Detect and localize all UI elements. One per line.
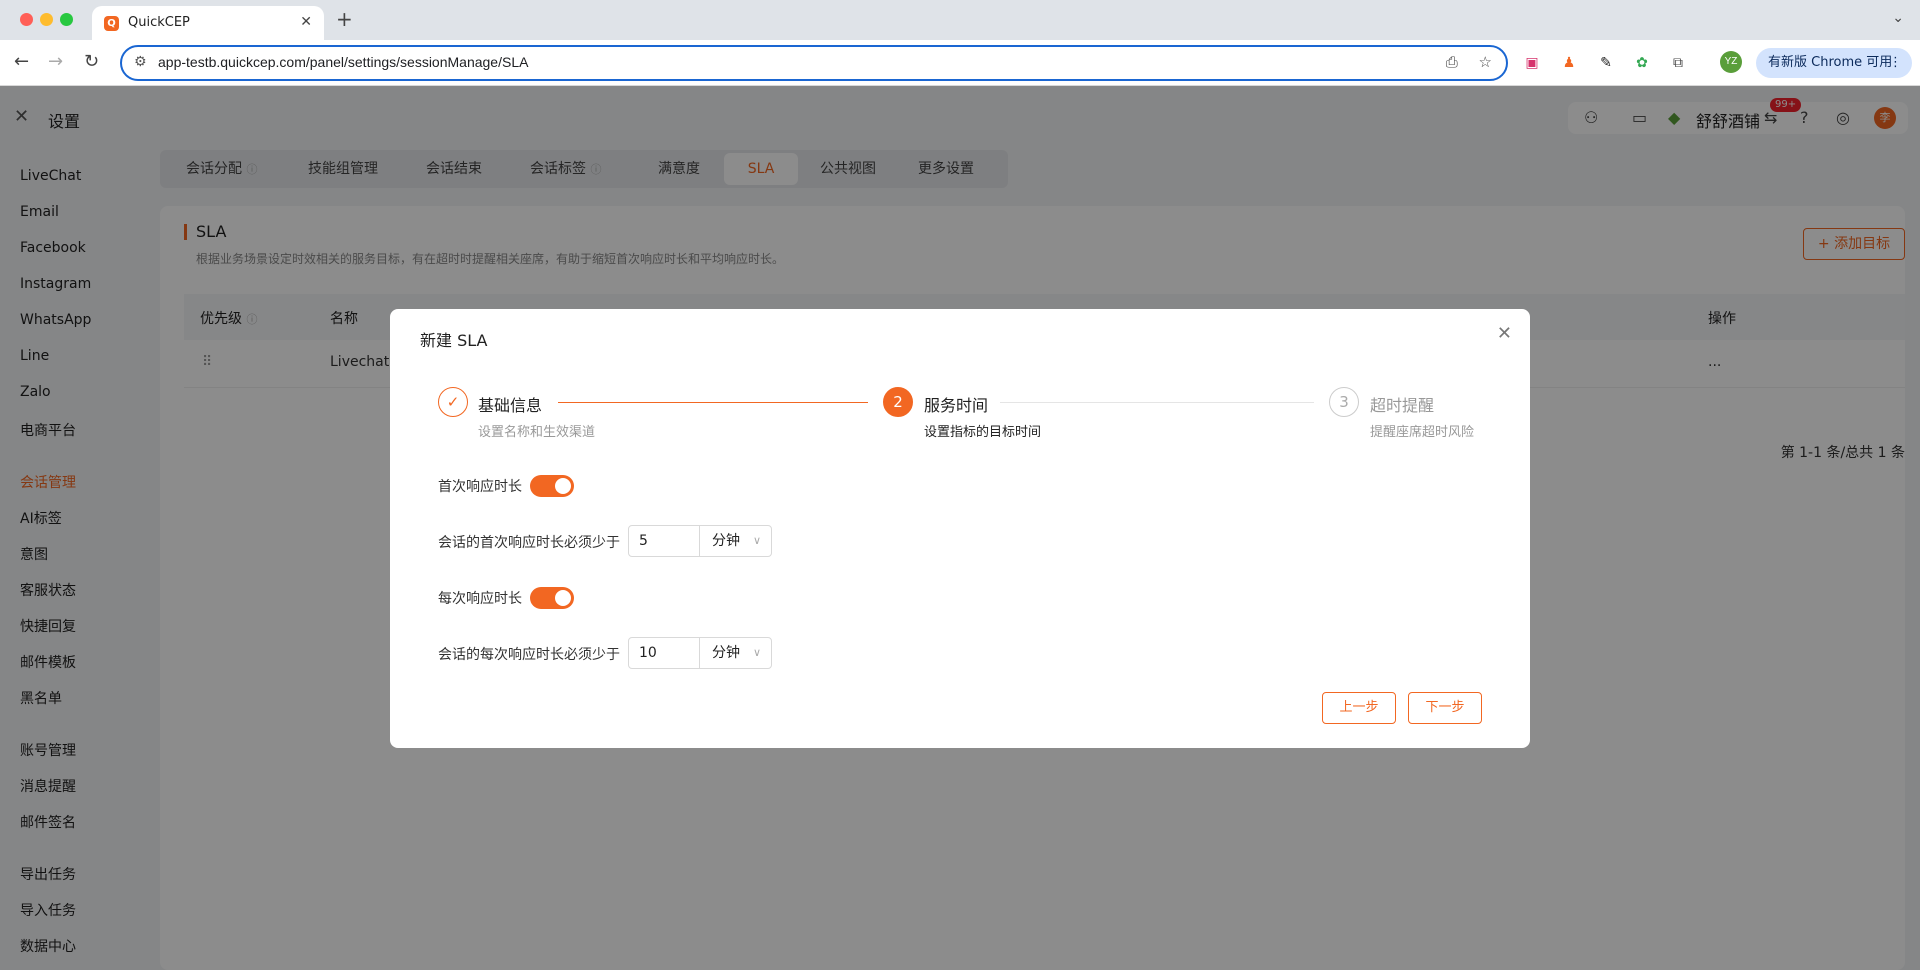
translate-extension-icon[interactable]: ▣ <box>1522 53 1542 73</box>
reload-icon[interactable]: ↻ <box>84 52 99 72</box>
person-extension-icon[interactable]: ♟ <box>1559 53 1579 73</box>
profile-avatar[interactable]: YZ <box>1720 51 1742 73</box>
eyedropper-extension-icon[interactable]: ✎ <box>1596 53 1616 73</box>
step-1-desc: 设置名称和生效渠道 <box>478 425 596 440</box>
browser-tab[interactable]: Q QuickCEP ✕ <box>92 6 324 40</box>
step-connector-done <box>558 402 868 403</box>
new-tab-icon[interactable]: + <box>336 8 353 30</box>
step-2-title: 服务时间 <box>924 396 989 415</box>
install-app-icon[interactable]: ⎙ <box>1446 53 1458 71</box>
first-response-unit-select[interactable]: 分钟 ∨ <box>699 525 772 557</box>
site-settings-icon[interactable]: ⚙ <box>134 54 147 70</box>
bookmark-star-icon[interactable]: ☆ <box>1479 53 1492 71</box>
each-response-toggle[interactable] <box>530 587 574 609</box>
step-3-title: 超时提醒 <box>1370 396 1435 415</box>
next-step-button[interactable]: 下一步 <box>1408 692 1482 724</box>
more-menu-icon[interactable]: ⋮ <box>1889 48 1902 78</box>
each-response-unit-select[interactable]: 分钟 ∨ <box>699 637 772 669</box>
step-1-check-icon: ✓ <box>438 387 468 417</box>
chevron-down-icon: ∨ <box>752 534 761 547</box>
each-response-value-input[interactable]: 10 <box>628 637 700 669</box>
browser-tab-bar: Q QuickCEP ✕ + ⌄ <box>0 0 1920 40</box>
tab-title: QuickCEP <box>128 15 190 30</box>
step-1-title: 基础信息 <box>478 396 543 415</box>
step-2-desc: 设置指标的目标时间 <box>924 425 1042 440</box>
modal-title: 新建 SLA <box>420 331 488 350</box>
window-close-button[interactable] <box>20 13 33 26</box>
each-response-label: 每次响应时长 <box>438 591 522 607</box>
first-response-toggle[interactable] <box>530 475 574 497</box>
window-minimize-button[interactable] <box>40 13 53 26</box>
first-response-label: 首次响应时长 <box>438 479 522 495</box>
step-connector-pending <box>1000 402 1314 403</box>
chevron-down-icon: ∨ <box>752 646 761 659</box>
update-label: 有新版 Chrome 可用 <box>1768 55 1893 70</box>
prev-step-button[interactable]: 上一步 <box>1322 692 1396 724</box>
step-3-desc: 提醒座席超时风险 <box>1370 425 1475 440</box>
forward-arrow-icon[interactable]: → <box>48 52 63 72</box>
tab-search-chevron-icon[interactable]: ⌄ <box>1892 10 1904 26</box>
new-sla-modal: 新建 SLA ✕ ✓ 基础信息 设置名称和生效渠道 2 服务时间 设置指标的目标… <box>390 309 1530 748</box>
toggle-knob <box>555 478 571 494</box>
chrome-update-button[interactable]: 有新版 Chrome 可用 ⋮ <box>1756 48 1912 78</box>
back-arrow-icon[interactable]: ← <box>14 52 29 72</box>
step-3-circle: 3 <box>1329 387 1359 417</box>
window-maximize-button[interactable] <box>60 13 73 26</box>
toggle-knob <box>555 590 571 606</box>
quickcep-favicon-icon: Q <box>104 16 119 31</box>
address-bar[interactable]: ⚙ app-testb.quickcep.com/panel/settings/… <box>120 45 1508 81</box>
extensions-puzzle-icon[interactable]: ⧉ <box>1668 53 1688 73</box>
color-extension-icon[interactable]: ✿ <box>1632 53 1652 73</box>
first-response-rule-label: 会话的首次响应时长必须少于 <box>438 535 620 551</box>
tab-close-icon[interactable]: ✕ <box>300 14 312 30</box>
first-response-value-input[interactable]: 5 <box>628 525 700 557</box>
url-text[interactable]: app-testb.quickcep.com/panel/settings/se… <box>158 54 528 70</box>
each-response-rule-label: 会话的每次响应时长必须少于 <box>438 647 620 663</box>
step-2-circle: 2 <box>883 387 913 417</box>
close-icon[interactable]: ✕ <box>1497 323 1512 344</box>
